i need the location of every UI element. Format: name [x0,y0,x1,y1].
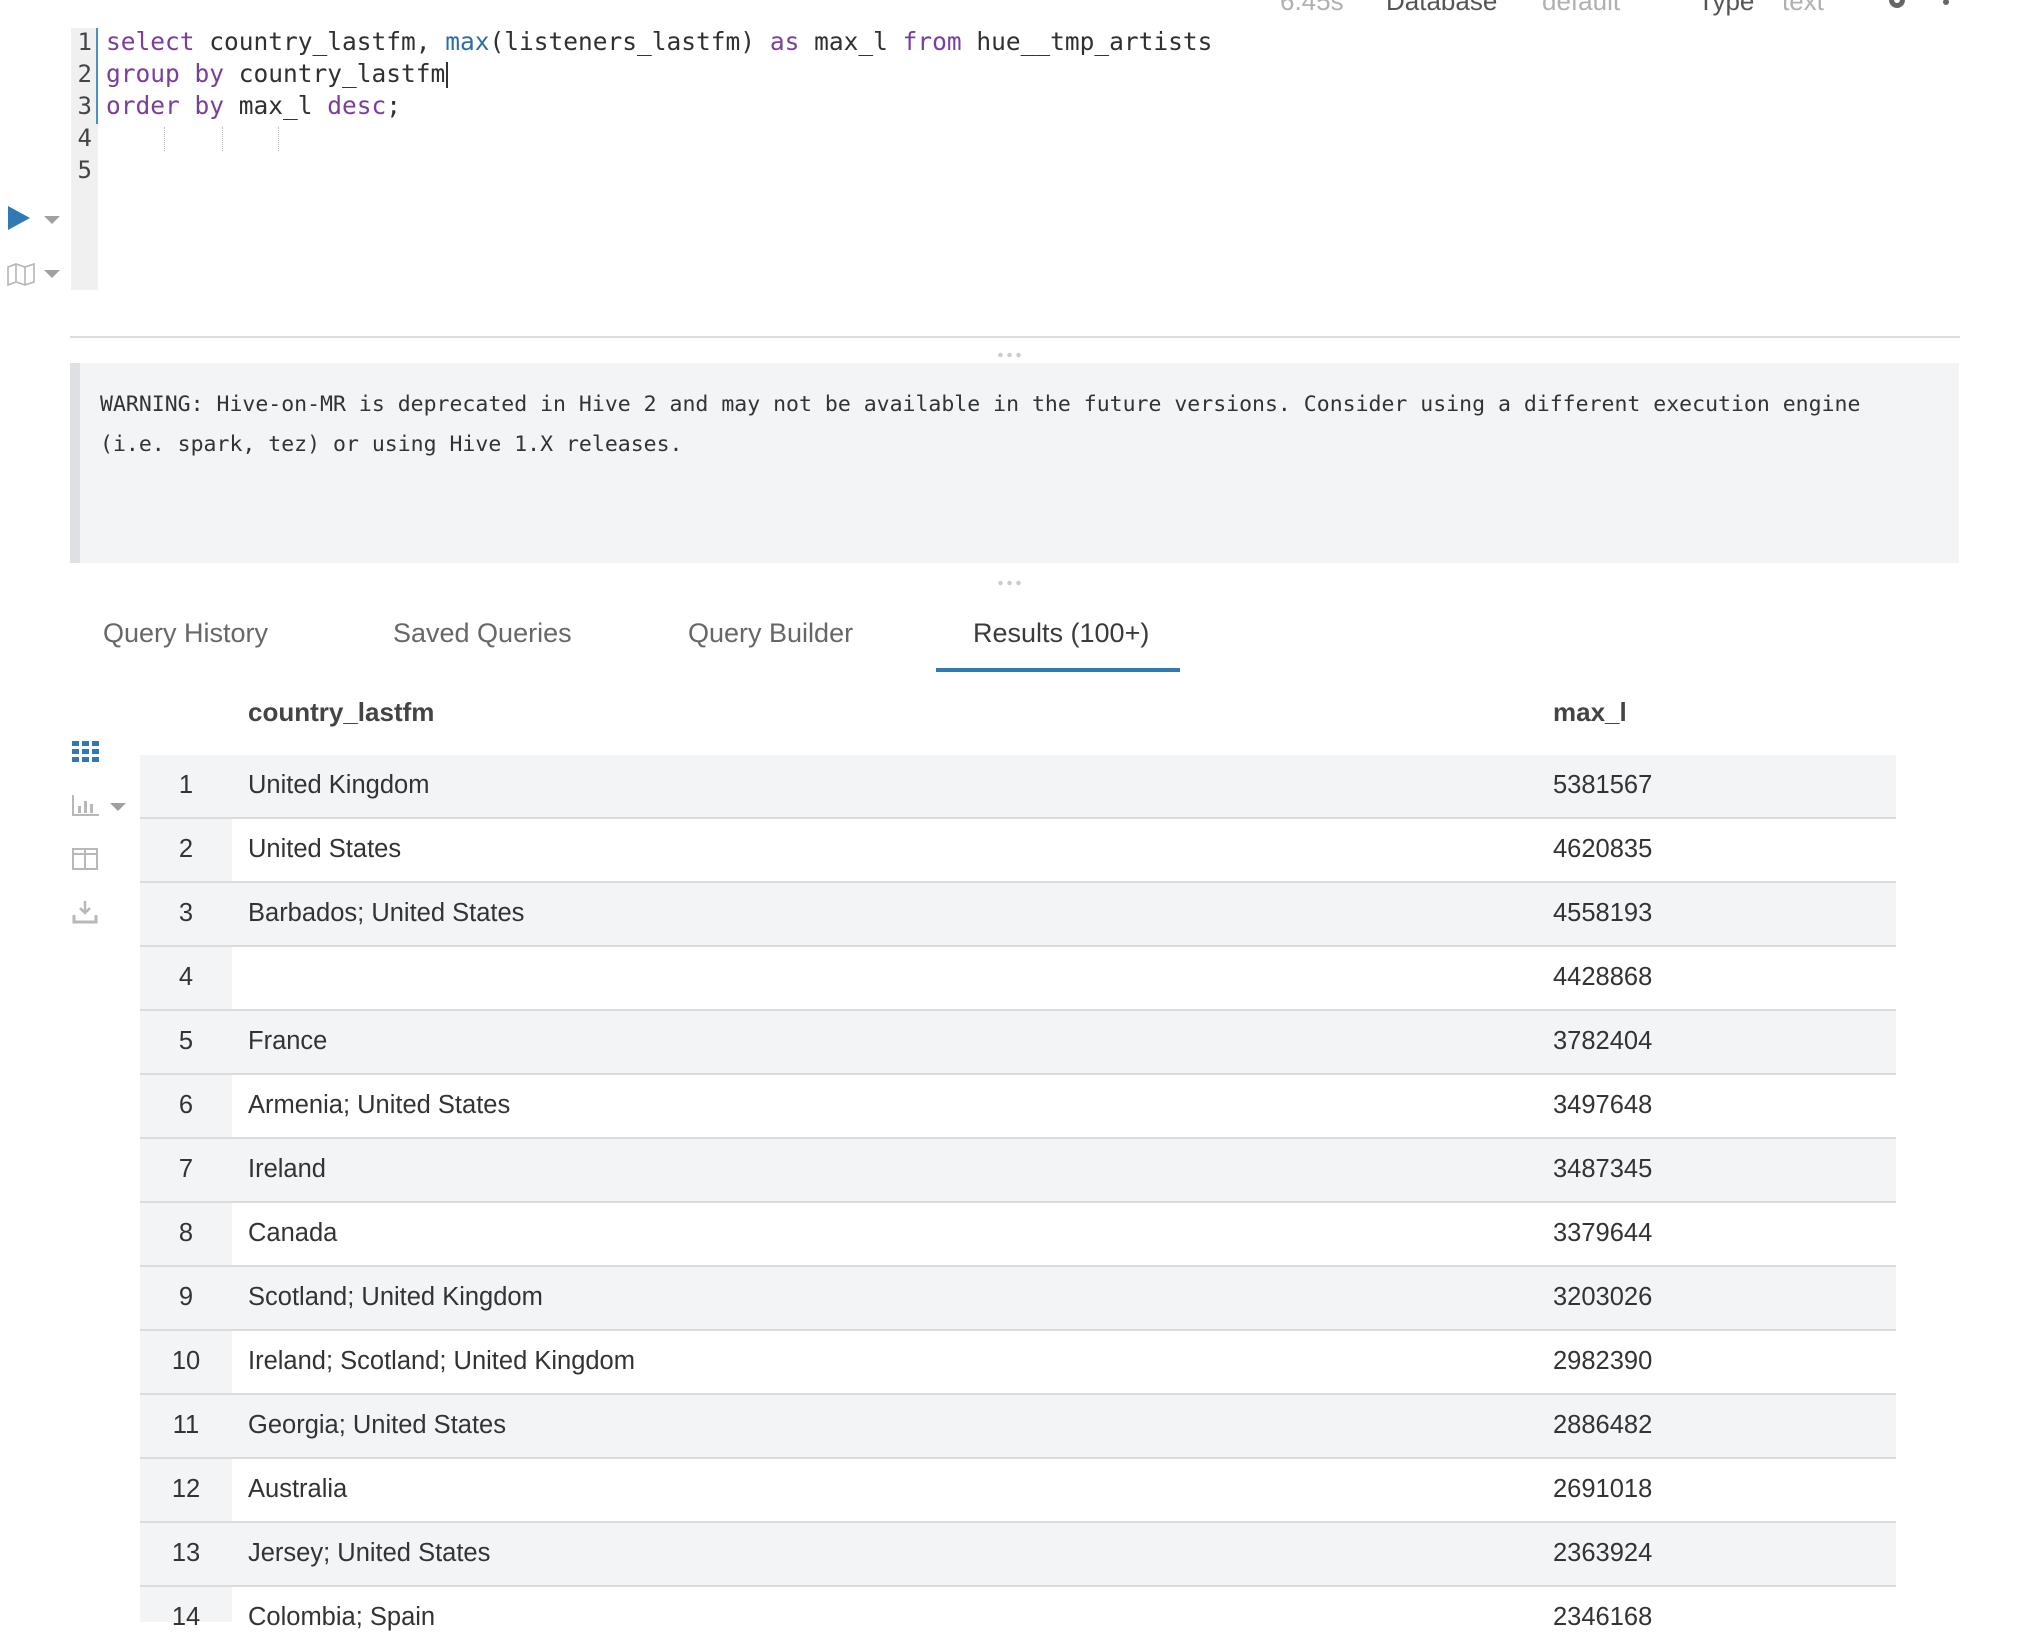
country-cell: Armenia; United States [248,1091,511,1119]
column-header-max[interactable]: max_l [1553,697,1627,728]
table-row[interactable]: 10 Ireland; Scotland; United Kingdom 298… [140,1331,1896,1395]
max-cell: 4620835 [1553,835,1653,863]
indent-guide [278,127,279,151]
type-label: Type [1698,0,1755,16]
max-cell: 4428868 [1553,963,1653,991]
resize-handle[interactable] [996,580,1024,586]
max-cell: 2691018 [1553,1475,1653,1503]
chart-view-icon[interactable] [72,794,100,821]
execute-dropdown-icon[interactable] [44,216,60,224]
country-cell: United States [248,835,402,863]
country-cell: France [248,1027,328,1055]
max-cell: 3497648 [1553,1091,1653,1119]
max-cell: 3203026 [1553,1283,1653,1311]
table-row[interactable]: 13 Jersey; United States 2363924 [140,1523,1896,1587]
table-row[interactable]: 4 4428868 [140,947,1896,1011]
table-row[interactable]: 1 United Kingdom 5381567 [140,755,1896,819]
max-cell: 3782404 [1553,1027,1653,1055]
line-number: 5 [77,156,92,184]
row-index: 6 [178,1091,194,1119]
max-cell: 2982390 [1553,1347,1653,1375]
row-index: 4 [178,963,194,991]
tab-query-builder[interactable]: Query Builder [688,618,853,649]
table-row[interactable]: 8 Canada 3379644 [140,1203,1896,1267]
more-options-icon[interactable] [1942,0,1950,17]
query-log-panel: WARNING: Hive-on-MR is deprecated in Hiv… [70,363,1959,563]
columns-icon[interactable] [72,848,98,875]
country-cell: Barbados; United States [248,899,525,927]
row-index: 12 [171,1475,201,1503]
row-index: 14 [171,1603,201,1631]
table-row[interactable]: 2 United States 4620835 [140,819,1896,883]
code-line-1[interactable]: select country_lastfm, max(listeners_las… [106,27,1212,56]
country-cell: Ireland [248,1155,326,1183]
row-index: 11 [172,1411,200,1439]
indent-guide [164,127,165,151]
tab-saved-queries[interactable]: Saved Queries [393,618,572,649]
editor-gutter: 1 2 3 4 5 [71,28,98,290]
indent-guide [222,127,223,151]
execution-time: 6.45s [1280,0,1344,16]
max-cell: 3379644 [1553,1219,1653,1247]
country-cell: Scotland; United Kingdom [248,1283,543,1311]
line-number: 3 [77,92,92,120]
active-tab-indicator [936,668,1180,672]
table-row[interactable]: 14 Colombia; Spain 2346168 [140,1587,1896,1631]
chart-dropdown-icon[interactable] [110,803,126,811]
row-index: 7 [178,1155,194,1183]
type-selector[interactable]: text [1782,0,1824,17]
code-line-3[interactable]: order by max_l desc; [106,91,401,120]
row-index: 5 [178,1027,194,1055]
code-line-2[interactable]: group by country_lastfm [106,59,449,88]
line-number: 1 [77,28,92,56]
grid-view-icon[interactable] [72,741,100,768]
max-cell: 2886482 [1553,1411,1653,1439]
country-cell: Australia [248,1475,348,1503]
table-row[interactable]: 12 Australia 2691018 [140,1459,1896,1523]
tab-results[interactable]: Results (100+) [973,618,1149,649]
country-cell: Colombia; Spain [248,1603,436,1631]
table-row[interactable]: 7 Ireland 3487345 [140,1139,1896,1203]
execute-query-button[interactable] [8,206,30,230]
country-cell: United Kingdom [248,771,430,799]
column-header-country[interactable]: country_lastfm [248,697,434,728]
row-index: 3 [178,899,194,927]
resize-handle[interactable] [996,352,1024,358]
explain-icon[interactable] [6,262,36,287]
row-index: 10 [171,1347,201,1375]
row-index: 2 [178,835,194,863]
max-cell: 5381567 [1553,771,1653,799]
table-row[interactable]: 6 Armenia; United States 3497648 [140,1075,1896,1139]
explain-dropdown-icon[interactable] [44,270,60,278]
editor-divider [70,336,1960,338]
country-cell: Canada [248,1219,338,1247]
text-cursor [446,62,449,88]
download-icon[interactable] [72,900,98,929]
table-row[interactable]: 11 Georgia; United States 2886482 [140,1395,1896,1459]
row-index: 8 [178,1219,194,1247]
log-warning-text: WARNING: Hive-on-MR is deprecated in Hiv… [100,392,1861,457]
table-row[interactable]: 3 Barbados; United States 4558193 [140,883,1896,947]
database-label: Database [1386,0,1498,16]
max-cell: 2363924 [1553,1539,1653,1567]
row-index: 13 [171,1539,201,1567]
database-selector[interactable]: default [1542,0,1620,17]
country-cell: Ireland; Scotland; United Kingdom [248,1347,635,1375]
country-cell: Jersey; United States [248,1539,491,1567]
active-line-marker [96,28,98,124]
table-row[interactable]: 9 Scotland; United Kingdom 3203026 [140,1267,1896,1331]
line-number: 4 [77,124,92,152]
country-cell: Georgia; United States [248,1411,506,1439]
max-cell: 2346168 [1553,1603,1653,1631]
max-cell: 4558193 [1553,899,1653,927]
line-number: 2 [77,60,92,88]
row-index: 1 [178,771,194,799]
tab-query-history[interactable]: Query History [103,618,268,649]
row-index: 9 [178,1283,194,1311]
max-cell: 3487345 [1553,1155,1653,1183]
table-row[interactable]: 5 France 3782404 [140,1011,1896,1075]
settings-icon[interactable] [1885,0,1909,19]
